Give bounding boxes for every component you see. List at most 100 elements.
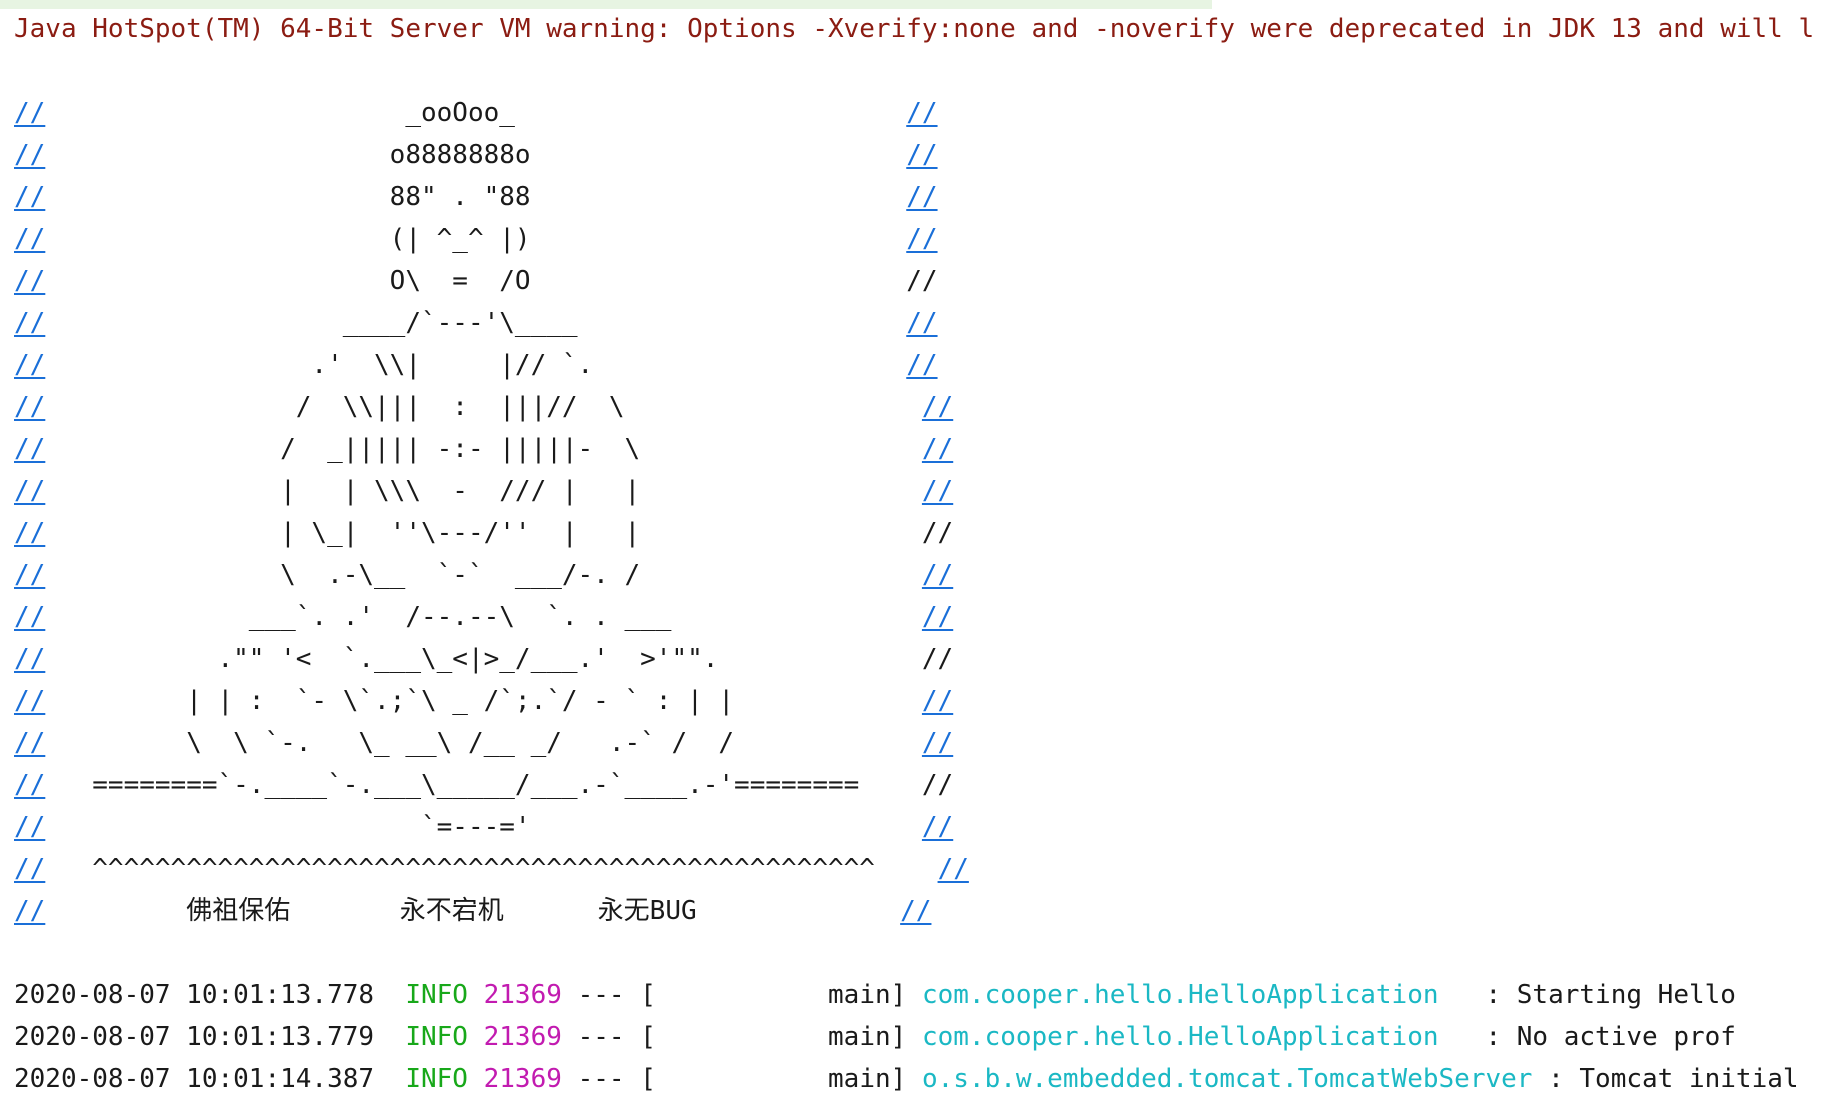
banner-line: // 佛祖保佑 永不宕机 永无BUG //	[14, 890, 1848, 932]
log-timestamp: 2020-08-07 10:01:13.778	[14, 980, 375, 1010]
log-message: : Tomcat initial	[1532, 1064, 1799, 1094]
banner-art-text: ^^^^^^^^^^^^^^^^^^^^^^^^^^^^^^^^^^^^^^^^…	[45, 854, 938, 884]
log-level: INFO	[405, 1064, 468, 1094]
banner-right-comment-link[interactable]: //	[906, 140, 937, 170]
banner-line: // ___`. .' /--.--\ `. . ___ //	[14, 596, 1848, 638]
banner-left-comment-link[interactable]: //	[14, 518, 45, 548]
log-message: : No active prof	[1438, 1022, 1736, 1052]
log-thread: [ main]	[640, 1022, 907, 1052]
banner-left-comment-link[interactable]: //	[14, 182, 45, 212]
log-pid: 21369	[483, 1022, 562, 1052]
banner-right-comment-link[interactable]: //	[900, 896, 931, 926]
log-pid: 21369	[483, 980, 562, 1010]
banner-line: // | | \\\ - /// | | //	[14, 470, 1848, 512]
banner-right-comment-link[interactable]: //	[906, 308, 937, 338]
banner-left-comment-link[interactable]: //	[14, 224, 45, 254]
log-logger-link[interactable]: com.cooper.hello.HelloApplication	[922, 1022, 1439, 1052]
banner-left-comment-link[interactable]: //	[14, 854, 45, 884]
log-separator: ---	[577, 980, 625, 1010]
banner-left-comment-link[interactable]: //	[14, 308, 45, 338]
banner-line: // | \_| ''\---/'' | | //	[14, 512, 1848, 554]
log-separator: ---	[577, 1022, 625, 1052]
banner-right-comment-link[interactable]: //	[906, 350, 937, 380]
banner-art-text: (| ^_^ |)	[45, 224, 907, 254]
banner-left-comment-link[interactable]: //	[14, 812, 45, 842]
console-output[interactable]: Java HotSpot(TM) 64-Bit Server VM warnin…	[14, 8, 1848, 1106]
banner-right-comment-link[interactable]: //	[906, 98, 937, 128]
banner-left-comment-link[interactable]: //	[14, 602, 45, 632]
banner-left-comment-link[interactable]: //	[14, 266, 45, 296]
banner-line: // ========`-.____`-.___\_____/___.-`___…	[14, 764, 1848, 806]
banner-left-comment-link[interactable]: //	[14, 644, 45, 674]
banner-left-comment-link[interactable]: //	[14, 686, 45, 716]
banner-art-text: `=---='	[45, 812, 922, 842]
banner-art-text: o8888888o	[45, 140, 907, 170]
banner-line: // | | : `- \`.;`\ _ /`;.`/ - ` : | | //	[14, 680, 1848, 722]
banner-art-text: _ooOoo_	[45, 98, 907, 128]
banner-line: // `=---=' //	[14, 806, 1848, 848]
log-line: 2020-08-07 10:01:13.778 INFO 21369 --- […	[14, 974, 1848, 1016]
jvm-warning-line: Java HotSpot(TM) 64-Bit Server VM warnin…	[14, 14, 1815, 44]
banner-art-text: \ .-\__ `-` ___/-. /	[45, 560, 922, 590]
banner-right-comment: //	[906, 266, 938, 296]
log-lines: 2020-08-07 10:01:13.778 INFO 21369 --- […	[14, 974, 1848, 1100]
banner-right-comment-link[interactable]: //	[938, 854, 969, 884]
banner-right-comment-link[interactable]: //	[922, 560, 953, 590]
banner-art-text: 佛祖保佑 永不宕机 永无BUG	[45, 896, 901, 926]
banner-left-comment-link[interactable]: //	[14, 896, 45, 926]
banner-line: // ."" '< `.___\_<|>_/___.' >'"". //	[14, 638, 1848, 680]
banner-right-comment: //	[921, 644, 954, 674]
banner-left-comment-link[interactable]: //	[14, 476, 45, 506]
banner-line: // (| ^_^ |) //	[14, 218, 1848, 260]
banner-right-comment-link[interactable]: //	[906, 182, 937, 212]
log-pid: 21369	[483, 1064, 562, 1094]
banner-art-text: .' \\| |// `.	[45, 350, 907, 380]
banner-left-comment-link[interactable]: //	[14, 140, 45, 170]
banner-right-comment-link[interactable]: //	[922, 392, 953, 422]
banner-left-comment-link[interactable]: //	[14, 770, 45, 800]
banner-left-comment-link[interactable]: //	[14, 560, 45, 590]
banner-art-text: O\ = /O	[45, 266, 907, 296]
banner-left-comment-link[interactable]: //	[14, 728, 45, 758]
banner-left-comment-link[interactable]: //	[14, 434, 45, 464]
banner-left-comment-link[interactable]: //	[14, 350, 45, 380]
banner-right-comment-link[interactable]: //	[922, 686, 953, 716]
banner-line: // \ .-\__ `-` ___/-. / //	[14, 554, 1848, 596]
banner-art: // _ooOoo_ //// o8888888o //// 88" . "88…	[14, 92, 1848, 932]
banner-art-text: | | : `- \`.;`\ _ /`;.`/ - ` : | |	[45, 686, 922, 716]
banner-right-comment: //	[921, 518, 954, 548]
banner-art-text: ."" '< `.___\_<|>_/___.' >'"".	[45, 644, 922, 674]
banner-art-text: ___`. .' /--.--\ `. . ___	[45, 602, 922, 632]
banner-top-border: ////////////////////////////////////////…	[14, 50, 1848, 92]
banner-right-comment-link[interactable]: //	[922, 602, 953, 632]
banner-art-text: / \\||| : |||// \	[45, 392, 922, 422]
log-separator: ---	[577, 1064, 625, 1094]
banner-bottom-border: ////////////////////////////////////////…	[14, 932, 1848, 974]
banner-right-comment-link[interactable]: //	[922, 728, 953, 758]
log-logger-link[interactable]: com.cooper.hello.HelloApplication	[922, 980, 1439, 1010]
log-thread: [ main]	[640, 980, 907, 1010]
banner-right-comment-link[interactable]: //	[922, 434, 953, 464]
log-thread: [ main]	[640, 1064, 907, 1094]
banner-line: // ____/`---'\____ //	[14, 302, 1848, 344]
banner-line: // \ \ `-. \_ __\ /__ _/ .-` / / //	[14, 722, 1848, 764]
banner-line: // ^^^^^^^^^^^^^^^^^^^^^^^^^^^^^^^^^^^^^…	[14, 848, 1848, 890]
log-level: INFO	[405, 980, 468, 1010]
banner-left-comment-link[interactable]: //	[14, 98, 45, 128]
banner-left-comment-link[interactable]: //	[14, 392, 45, 422]
banner-right-comment-link[interactable]: //	[922, 476, 953, 506]
log-level: INFO	[405, 1022, 468, 1052]
log-message: : Starting Hello	[1438, 980, 1736, 1010]
banner-art-text: \ \ `-. \_ __\ /__ _/ .-` / /	[45, 728, 922, 758]
log-timestamp: 2020-08-07 10:01:13.779	[14, 1022, 375, 1052]
log-logger-link[interactable]: o.s.b.w.embedded.tomcat.TomcatWebServer	[922, 1064, 1532, 1094]
banner-line: // .' \\| |// `. //	[14, 344, 1848, 386]
banner-line: // / \\||| : |||// \ //	[14, 386, 1848, 428]
banner-right-comment: //	[921, 770, 954, 800]
banner-art-text: | \_| ''\---/'' | |	[45, 518, 922, 548]
banner-right-comment-link[interactable]: //	[906, 224, 937, 254]
banner-right-comment-link[interactable]: //	[922, 812, 953, 842]
log-line: 2020-08-07 10:01:13.779 INFO 21369 --- […	[14, 1016, 1848, 1058]
banner-line: // _ooOoo_ //	[14, 92, 1848, 134]
banner-art-text: / _||||| -:- |||||- \	[45, 434, 922, 464]
